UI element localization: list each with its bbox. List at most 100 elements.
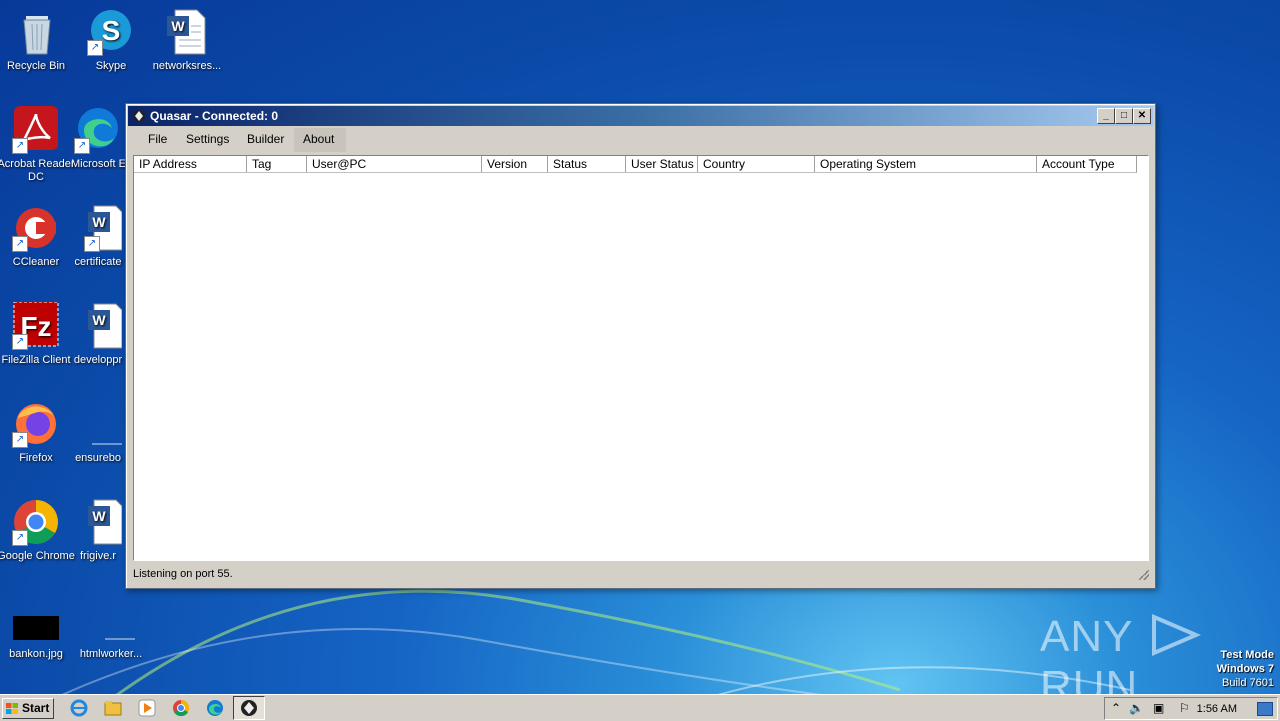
ccleaner-icon: ↗ <box>12 204 60 252</box>
clock[interactable]: 1:56 AM <box>1197 703 1237 715</box>
desktop-icon-label: Google Chrome <box>0 550 75 562</box>
file-explorer-icon[interactable] <box>104 699 122 717</box>
window-title: Quasar - Connected: 0 <box>150 109 279 123</box>
column-header-status[interactable]: Status <box>548 156 626 173</box>
recycle-bin-icon <box>12 8 60 56</box>
volume-icon[interactable]: 🔈 <box>1129 701 1144 715</box>
menu-builder[interactable]: Builder <box>241 132 290 146</box>
desktop-icon-acrobat[interactable]: ↗ Acrobat Reader DC <box>0 106 76 184</box>
menu-file[interactable]: File <box>142 132 173 146</box>
desktop-icon-skype[interactable]: S ↗ Skype <box>71 8 151 73</box>
system-tray: ⌃ 🔈 ▣ ⚐ 1:56 AM <box>1104 697 1278 720</box>
menu-about[interactable]: About <box>297 132 340 146</box>
desktop-icon-label: htmlworker... <box>79 648 143 660</box>
desktop-icon-bankon[interactable]: bankon.jpg <box>0 614 76 661</box>
desktop-icon-label: certificate <box>74 256 122 268</box>
shortcut-arrow-icon: ↗ <box>74 138 90 154</box>
test-mode-notice: Test Mode Windows 7 Build 7601 <box>1217 648 1274 690</box>
desktop-icon-microsoft-edge[interactable]: ↗ Microsoft E <box>71 106 125 171</box>
desktop-icon-label: frigive.r <box>79 550 117 562</box>
desktop-icon-htmlworker[interactable]: htmlworker... <box>71 614 151 661</box>
quasar-window[interactable]: Quasar - Connected: 0 _ □ ✕ File Setting… <box>125 103 1156 589</box>
desktop-icon-recycle-bin[interactable]: Recycle Bin <box>0 8 76 73</box>
desktop-icon-ccleaner[interactable]: ↗ CCleaner <box>0 204 76 269</box>
windows-version-line: Windows 7 <box>1216 663 1274 675</box>
column-header-account-type[interactable]: Account Type <box>1037 156 1137 173</box>
desktop-icon-label: bankon.jpg <box>9 648 63 660</box>
word-document-icon: W <box>74 302 123 350</box>
column-header-version[interactable]: Version <box>482 156 548 173</box>
svg-text:W: W <box>92 508 106 524</box>
windows-flag-icon <box>6 703 18 714</box>
firefox-icon: ↗ <box>12 400 60 448</box>
build-line: Build 7601 <box>1222 677 1274 689</box>
column-header-tag[interactable]: Tag <box>247 156 307 173</box>
svg-text:W: W <box>92 214 106 230</box>
network-icon[interactable]: ▣ <box>1153 701 1164 715</box>
shortcut-arrow-icon: ↗ <box>12 236 28 252</box>
internet-explorer-icon[interactable] <box>70 699 88 717</box>
svg-text:W: W <box>92 312 106 328</box>
anyrun-brand-left: ANY <box>1040 612 1133 661</box>
svg-text:S: S <box>102 15 121 46</box>
desktop-icon-label: Firefox <box>19 452 53 464</box>
action-center-flag-icon[interactable]: ⚐ <box>1179 701 1190 715</box>
word-document-icon: W <box>74 498 123 546</box>
desktop-icon-firefox[interactable]: ↗ Firefox <box>0 400 76 465</box>
minimize-button[interactable]: _ <box>1097 108 1115 124</box>
desktop-icon-ensurebo[interactable]: ensurebo <box>71 400 125 465</box>
close-button[interactable]: ✕ <box>1133 108 1151 124</box>
desktop-icon-developpr[interactable]: W developpr <box>71 302 125 367</box>
quasar-taskbar-button[interactable] <box>233 696 265 720</box>
desktop-icon-label: developpr <box>73 354 123 366</box>
play-logo-icon <box>1151 613 1201 657</box>
desktop-icon-label: Acrobat Reader DC <box>0 158 75 183</box>
desktop-icon-filezilla[interactable]: Fz ↗ FileZilla Client <box>0 301 76 367</box>
skype-icon: S ↗ <box>87 8 135 56</box>
shortcut-arrow-icon: ↗ <box>12 530 28 546</box>
shortcut-arrow-icon: ↗ <box>12 138 28 154</box>
column-header-ip-address[interactable]: IP Address <box>134 156 247 173</box>
menu-settings[interactable]: Settings <box>180 132 235 146</box>
edge-taskbar-icon[interactable] <box>206 699 224 717</box>
blank-file-icon <box>87 614 149 640</box>
column-header-row: IP Address Tag User@PC Version Status Us… <box>134 156 1148 175</box>
maximize-button[interactable]: □ <box>1115 108 1133 124</box>
show-desktop-button[interactable] <box>1257 702 1273 716</box>
column-header-user-status[interactable]: User Status <box>626 156 698 173</box>
shortcut-arrow-icon: ↗ <box>87 40 103 56</box>
column-header-country[interactable]: Country <box>698 156 815 173</box>
desktop-icon-frigive[interactable]: W frigive.r <box>71 498 125 563</box>
show-hidden-icons-icon[interactable]: ⌃ <box>1111 701 1121 715</box>
desktop-icon-label: CCleaner <box>12 256 60 268</box>
desktop-icon-networksres[interactable]: W networksres... <box>147 8 227 73</box>
desktop-icon-label: ensurebo <box>75 452 121 464</box>
desktop-icon-label: Microsoft E <box>71 158 125 170</box>
shortcut-arrow-icon: ↗ <box>12 334 28 350</box>
status-bar: Listening on port 55. <box>128 562 1153 584</box>
shortcut-arrow-icon: ↗ <box>12 432 28 448</box>
quasar-app-icon <box>133 110 145 122</box>
desktop-icon-label: Skype <box>95 60 127 72</box>
desktop-icon-certificate[interactable]: W ↗ certificate <box>71 204 125 269</box>
start-button[interactable]: Start <box>2 698 54 719</box>
column-header-user-pc[interactable]: User@PC <box>307 156 482 173</box>
desktop-icon-label: FileZilla Client <box>1 354 71 366</box>
svg-text:W: W <box>171 18 185 34</box>
media-player-icon[interactable] <box>138 699 156 717</box>
resize-grip-icon[interactable] <box>1139 570 1149 580</box>
chrome-taskbar-icon[interactable] <box>172 699 190 717</box>
desktop-icon-chrome[interactable]: ↗ Google Chrome <box>0 498 76 563</box>
clients-list-view[interactable]: IP Address Tag User@PC Version Status Us… <box>133 155 1149 561</box>
test-mode-line: Test Mode <box>1220 649 1274 661</box>
edge-icon: ↗ <box>74 106 122 154</box>
chrome-icon: ↗ <box>12 498 60 546</box>
desktop-icon-label: networksres... <box>152 60 222 72</box>
column-header-operating-system[interactable]: Operating System <box>815 156 1037 173</box>
image-thumbnail-icon <box>12 614 60 640</box>
start-label: Start <box>22 701 50 715</box>
word-document-icon: W ↗ <box>74 204 123 252</box>
title-bar[interactable]: Quasar - Connected: 0 _ □ ✕ <box>128 106 1153 126</box>
taskbar: Start ⌃ 🔈 ▣ ⚐ 1:56 AM <box>0 694 1280 721</box>
word-document-icon: W <box>163 8 211 56</box>
